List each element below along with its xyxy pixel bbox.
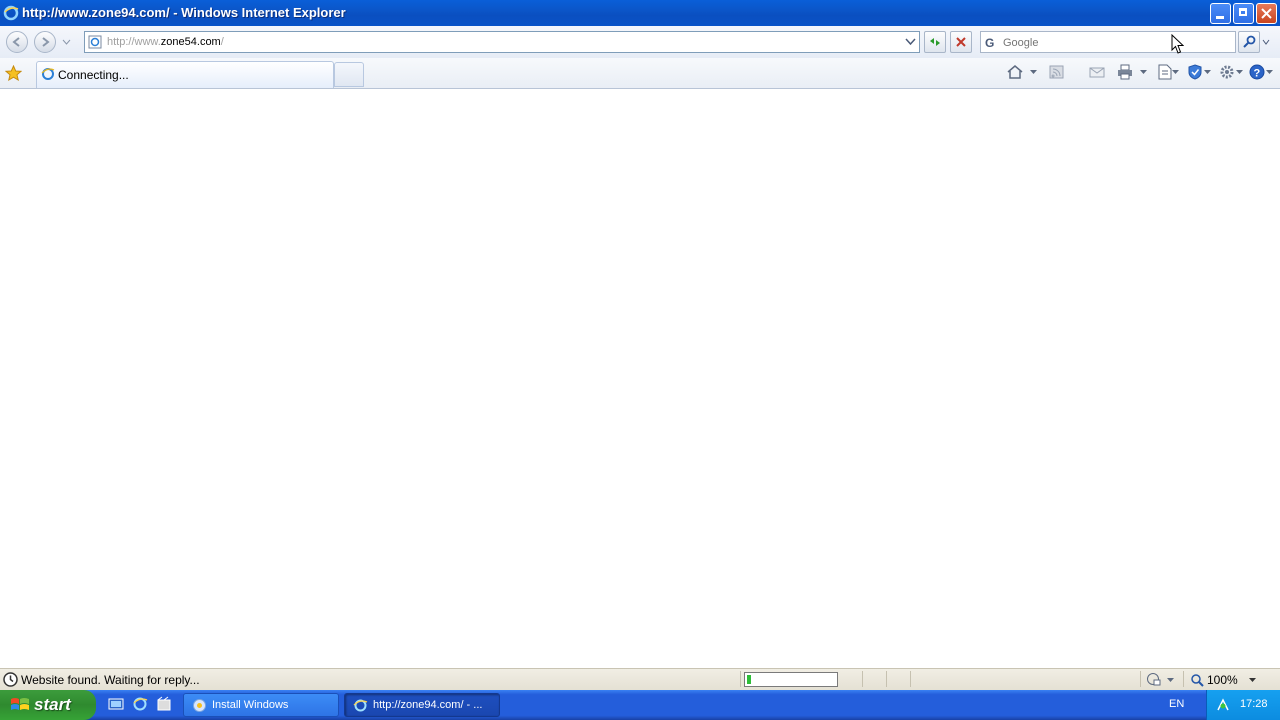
tab-label: Connecting... — [58, 68, 129, 82]
zoom-level: 100% — [1207, 673, 1238, 687]
favorites-star-icon[interactable] — [5, 65, 22, 81]
taskbar-button-label: Install Windows — [212, 699, 289, 711]
back-icon — [12, 37, 20, 47]
globe-icon[interactable] — [1146, 672, 1162, 687]
mail-icon[interactable] — [1088, 64, 1106, 80]
mouse-cursor-icon — [1171, 34, 1184, 54]
status-divider — [862, 671, 863, 687]
protected-mode-dropdown-icon[interactable] — [1167, 678, 1174, 683]
page-content[interactable] — [0, 89, 1280, 668]
stop-button[interactable] — [950, 31, 972, 53]
home-icon[interactable] — [1006, 64, 1024, 80]
new-tab-button[interactable] — [334, 62, 364, 87]
status-bar: Website found. Waiting for reply... — [0, 668, 1280, 691]
forward-icon — [42, 37, 50, 47]
print-icon[interactable] — [1116, 64, 1134, 80]
close-window-button[interactable] — [1256, 3, 1277, 24]
setup-icon — [193, 699, 206, 712]
tab-connecting[interactable]: Connecting... — [36, 61, 334, 88]
media-quicklaunch-icon[interactable] — [156, 696, 172, 712]
print-dropdown-icon[interactable] — [1140, 70, 1147, 75]
search-button[interactable] — [1238, 31, 1260, 53]
forward-button[interactable] — [34, 31, 56, 53]
help-dropdown-icon[interactable] — [1266, 70, 1273, 75]
zoom-icon — [1191, 674, 1204, 687]
status-divider — [1183, 671, 1184, 687]
status-divider — [886, 671, 887, 687]
status-divider — [740, 671, 741, 687]
clock[interactable]: 17:28 — [1240, 698, 1268, 710]
language-indicator[interactable]: EN — [1169, 698, 1184, 710]
close-icon — [1261, 8, 1272, 19]
feeds-icon[interactable] — [1048, 64, 1066, 80]
refresh-button[interactable] — [924, 31, 946, 53]
status-divider — [910, 671, 911, 687]
ie-icon — [3, 5, 19, 21]
back-button[interactable] — [6, 31, 28, 53]
taskbar-button-label: http://zone94.com/ - ... — [373, 699, 483, 711]
safety-icon[interactable] — [1186, 64, 1204, 80]
search-options-dropdown-icon[interactable] — [1262, 39, 1270, 45]
show-desktop-icon[interactable] — [108, 696, 124, 712]
start-label: start — [34, 695, 71, 714]
page-dropdown-icon[interactable] — [1172, 70, 1179, 75]
progress-fill — [747, 675, 751, 684]
svg-text:G: G — [985, 36, 994, 49]
windows-logo-icon — [11, 698, 29, 710]
search-icon — [1243, 35, 1256, 48]
start-button[interactable]: start — [0, 690, 96, 720]
home-dropdown-icon[interactable] — [1030, 70, 1037, 75]
status-divider — [1140, 671, 1141, 687]
address-url[interactable]: http://www.zone54.com/ — [107, 36, 224, 48]
network-icon[interactable] — [1215, 697, 1231, 713]
search-box[interactable]: G — [980, 31, 1236, 53]
loading-clock-icon — [3, 672, 18, 687]
system-tray: 17:28 — [1206, 690, 1280, 720]
minimize-button[interactable] — [1210, 3, 1231, 24]
svg-text:?: ? — [1254, 68, 1261, 80]
address-dropdown-icon[interactable] — [905, 38, 916, 46]
zoom-dropdown-icon[interactable] — [1249, 678, 1256, 683]
window-title: http://www.zone94.com/ - Windows Interne… — [22, 5, 346, 20]
address-bar[interactable]: http://www.zone54.com/ — [84, 31, 920, 53]
recent-pages-dropdown-icon[interactable] — [62, 39, 71, 45]
taskbar-button-ie[interactable]: http://zone94.com/ - ... — [344, 693, 500, 717]
safety-dropdown-icon[interactable] — [1204, 70, 1211, 75]
tools-dropdown-icon[interactable] — [1236, 70, 1243, 75]
taskbar-button-install-windows[interactable]: Install Windows — [183, 693, 339, 717]
help-icon[interactable]: ? — [1248, 64, 1266, 80]
status-message: Website found. Waiting for reply... — [21, 673, 200, 687]
progress-bar — [744, 672, 838, 687]
page-ie-icon — [88, 35, 102, 49]
refresh-icon — [930, 38, 940, 46]
tools-icon[interactable] — [1218, 64, 1236, 80]
google-icon: G — [985, 36, 994, 49]
ie-tab-icon — [41, 68, 55, 80]
title-bar: http://www.zone94.com/ - Windows Interne… — [0, 0, 1280, 26]
ie-quicklaunch-icon[interactable] — [132, 696, 148, 712]
stop-icon — [956, 37, 966, 47]
search-input[interactable] — [1001, 34, 1185, 52]
maximize-button[interactable] — [1233, 3, 1254, 24]
ie-icon — [353, 699, 368, 712]
